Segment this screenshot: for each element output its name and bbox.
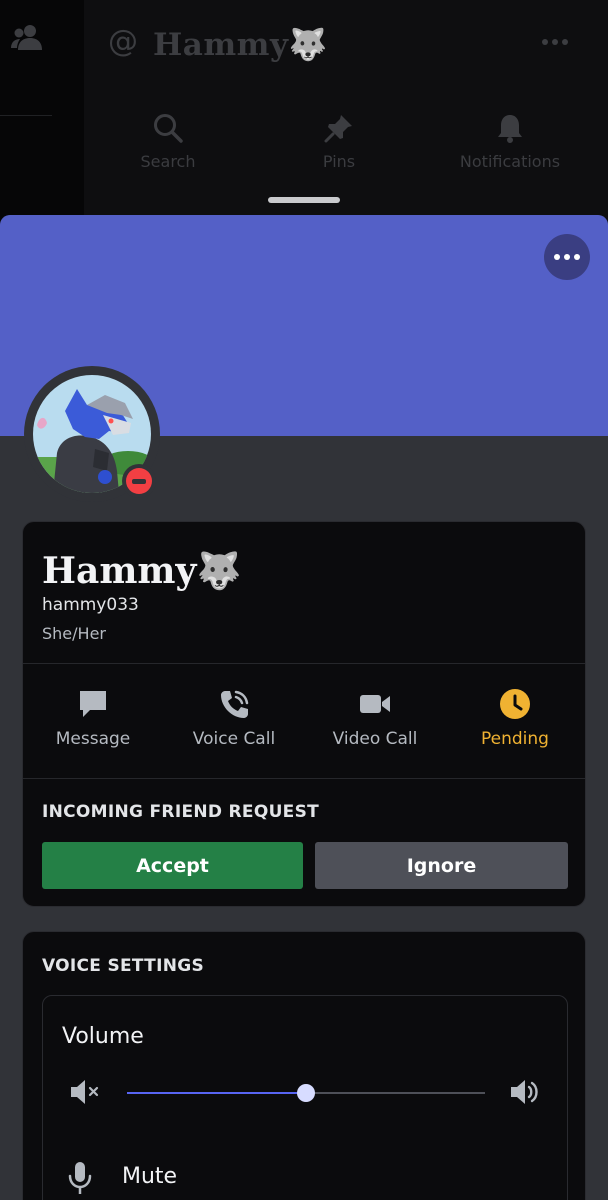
accept-button[interactable]: Accept	[42, 842, 303, 889]
voice-settings-panel: Volume Mute	[42, 995, 568, 1200]
volume-slider[interactable]	[127, 1084, 485, 1102]
pending-button[interactable]: Pending	[445, 688, 585, 749]
message-label: Message	[55, 729, 131, 749]
search-tool[interactable]: Search	[98, 112, 238, 171]
dnd-status-icon	[126, 468, 152, 494]
video-call-label: Video Call	[332, 729, 418, 749]
video-icon	[360, 695, 390, 713]
volume-label: Volume	[62, 1024, 144, 1049]
volume-muted-icon[interactable]	[69, 1078, 101, 1106]
status-indicator	[122, 464, 156, 498]
channel-background: @ Hammy🐺 Search Pins Notifications	[0, 0, 608, 230]
sheet-drag-handle[interactable]	[268, 197, 340, 203]
volume-slider-fill	[127, 1092, 306, 1094]
divider	[23, 778, 585, 779]
voice-call-button[interactable]: Voice Call	[164, 688, 304, 749]
message-button[interactable]: Message	[23, 688, 163, 749]
volume-up-icon[interactable]	[509, 1078, 541, 1106]
search-icon	[154, 114, 183, 143]
channel-title: Hammy🐺	[153, 27, 328, 63]
profile-more-button[interactable]	[544, 234, 590, 280]
pin-icon	[324, 115, 352, 143]
mute-label: Mute	[122, 1164, 178, 1189]
rail-divider	[0, 115, 52, 116]
ignore-button[interactable]: Ignore	[315, 842, 568, 889]
voice-settings-title: VOICE SETTINGS	[42, 956, 205, 976]
friend-request-title: INCOMING FRIEND REQUEST	[42, 802, 320, 822]
search-label: Search	[140, 152, 196, 171]
clock-icon	[500, 689, 530, 719]
username: hammy033	[42, 595, 139, 615]
pending-label: Pending	[481, 729, 549, 749]
volume-slider-knob[interactable]	[297, 1084, 315, 1102]
profile-card: Hammy🐺 hammy033 She/Her Message Voice Ca…	[22, 521, 586, 907]
more-options-icon[interactable]	[540, 36, 570, 48]
more-dot-icon	[554, 254, 560, 260]
left-rail	[0, 0, 84, 230]
display-name: Hammy🐺	[42, 550, 242, 592]
message-icon	[80, 691, 106, 717]
notifications-tool[interactable]: Notifications	[440, 112, 580, 171]
at-icon: @	[108, 24, 138, 59]
microphone-icon	[68, 1162, 92, 1194]
profile-sheet: Hammy🐺 hammy033 She/Her Message Voice Ca…	[0, 215, 608, 1200]
pronouns: She/Her	[42, 624, 106, 643]
avatar-wrapper[interactable]	[24, 366, 160, 502]
more-dot-icon	[574, 254, 580, 260]
more-dot-icon	[564, 254, 570, 260]
voice-call-label: Voice Call	[192, 729, 276, 749]
divider	[23, 663, 585, 664]
pins-label: Pins	[322, 152, 356, 171]
bell-icon	[498, 115, 522, 143]
pins-tool[interactable]: Pins	[269, 112, 409, 171]
notifications-label: Notifications	[459, 152, 561, 171]
video-call-button[interactable]: Video Call	[305, 688, 445, 749]
friends-icon[interactable]	[10, 22, 44, 52]
voice-settings-card: VOICE SETTINGS Volume Mute	[22, 931, 586, 1200]
phone-icon	[221, 690, 249, 718]
